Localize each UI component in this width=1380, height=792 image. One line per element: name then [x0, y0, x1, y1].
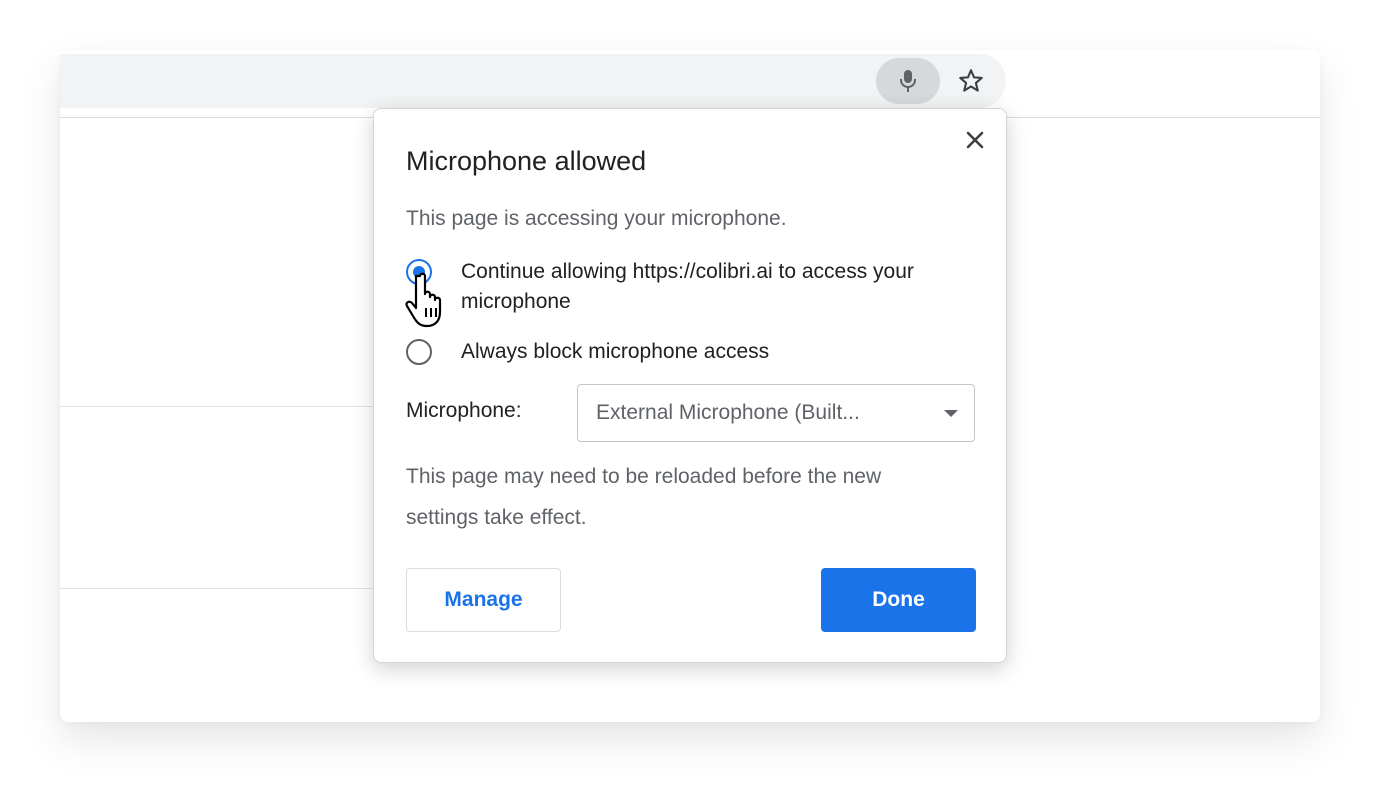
reload-note: This page may need to be reloaded before…	[406, 465, 882, 529]
dialog-subtitle: This page is accessing your microphone.	[406, 207, 787, 230]
bookmark-star-button[interactable]	[948, 58, 994, 104]
microphone-indicator-button[interactable]	[876, 58, 940, 104]
microphone-select-value: External Microphone (Built...	[596, 401, 860, 424]
microphone-select[interactable]: External Microphone (Built...	[577, 384, 975, 442]
dialog-title: Microphone allowed	[406, 146, 647, 176]
caret-down-icon	[944, 410, 958, 417]
done-button[interactable]: Done	[821, 568, 976, 632]
microphone-label: Microphone:	[406, 399, 522, 422]
star-outline-icon	[959, 69, 983, 92]
close-button[interactable]	[960, 125, 990, 155]
content-divider	[60, 406, 380, 407]
radio-button-checked[interactable]	[406, 259, 432, 285]
radio-option-continue-allowing[interactable]: Continue allowing https://colibri.ai to …	[406, 257, 981, 317]
microphone-icon	[900, 70, 916, 92]
close-icon	[966, 131, 984, 149]
radio-label: Continue allowing https://colibri.ai to …	[461, 260, 914, 313]
microphone-permission-dialog: Microphone allowed This page is accessin…	[373, 108, 1007, 663]
radio-button-unchecked[interactable]	[406, 339, 432, 365]
content-divider	[60, 588, 380, 589]
radio-label: Always block microphone access	[461, 340, 770, 363]
manage-button[interactable]: Manage	[406, 568, 561, 632]
address-bar[interactable]	[60, 54, 1006, 108]
radio-option-always-block[interactable]: Always block microphone access	[406, 337, 981, 367]
